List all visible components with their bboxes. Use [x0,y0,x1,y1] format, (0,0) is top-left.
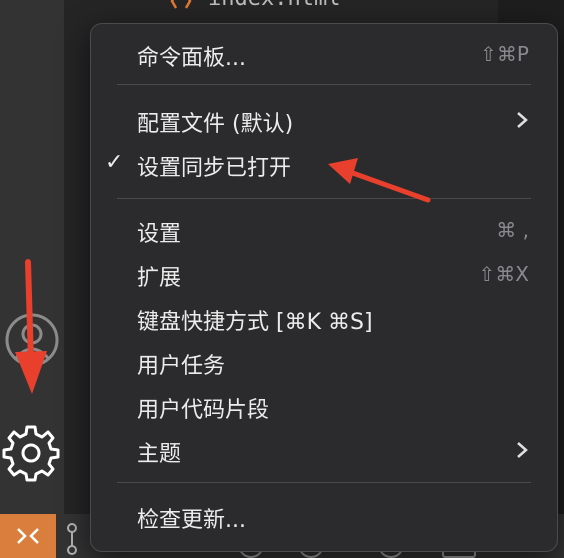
menu-item-shortcut: ⌘ , [496,218,529,242]
menu-item-shortcut: ⇧⌘P [480,42,529,66]
chevron-right-icon [517,442,528,458]
checkmark-icon: ✓ [105,150,124,175]
menu-item-label: 命令面板... [137,46,246,71]
menu-item-label: 键盘快捷方式 [⌘K ⌘S] [137,310,373,335]
explorer-file-item[interactable]: index.html [112,0,492,24]
menu-item-check-updates[interactable]: 检查更新... [91,496,557,536]
menu-separator [117,482,531,483]
annotation-arrow-down [15,259,47,394]
menu-item-label: 扩展 [137,266,182,291]
explorer-file-name: index.html [208,0,340,11]
menu-item-command-palette[interactable]: 命令面板... ⇧⌘P [91,34,557,74]
branch-icon[interactable] [64,522,90,556]
menu-item-user-snippets[interactable]: 用户代码片段 [91,386,557,426]
html-file-icon [170,0,192,9]
manage-context-menu: 命令面板... ⇧⌘P 配置文件 (默认) ✓ 设置同步已打开 设置 ⌘ , 扩… [90,23,558,552]
menu-separator [117,84,531,85]
gear-icon[interactable] [2,424,60,482]
menu-item-extensions[interactable]: 扩展 ⇧⌘X [91,254,557,294]
remote-icon [17,528,39,544]
menu-item-label: 设置同步已打开 [137,156,292,181]
menu-item-label: 用户任务 [137,354,226,379]
menu-item-label: 检查更新... [137,508,246,533]
menu-item-shortcut: ⇧⌘X [478,262,529,286]
menu-item-user-tasks[interactable]: 用户任务 [91,342,557,382]
menu-item-settings[interactable]: 设置 ⌘ , [91,210,557,250]
annotation-arrow-left [328,158,431,203]
menu-item-label: 主题 [137,442,182,467]
menu-item-label: 用户代码片段 [137,398,270,423]
remote-indicator-button[interactable] [0,514,56,558]
menu-item-label: 设置 [137,222,182,247]
menu-item-label: 配置文件 (默认) [137,112,294,137]
menu-item-keyboard-shortcuts[interactable]: 键盘快捷方式 [⌘K ⌘S] [91,298,557,338]
menu-item-profile[interactable]: 配置文件 (默认) [91,100,557,140]
chevron-right-icon [517,112,528,128]
menu-item-themes[interactable]: 主题 [91,430,557,470]
